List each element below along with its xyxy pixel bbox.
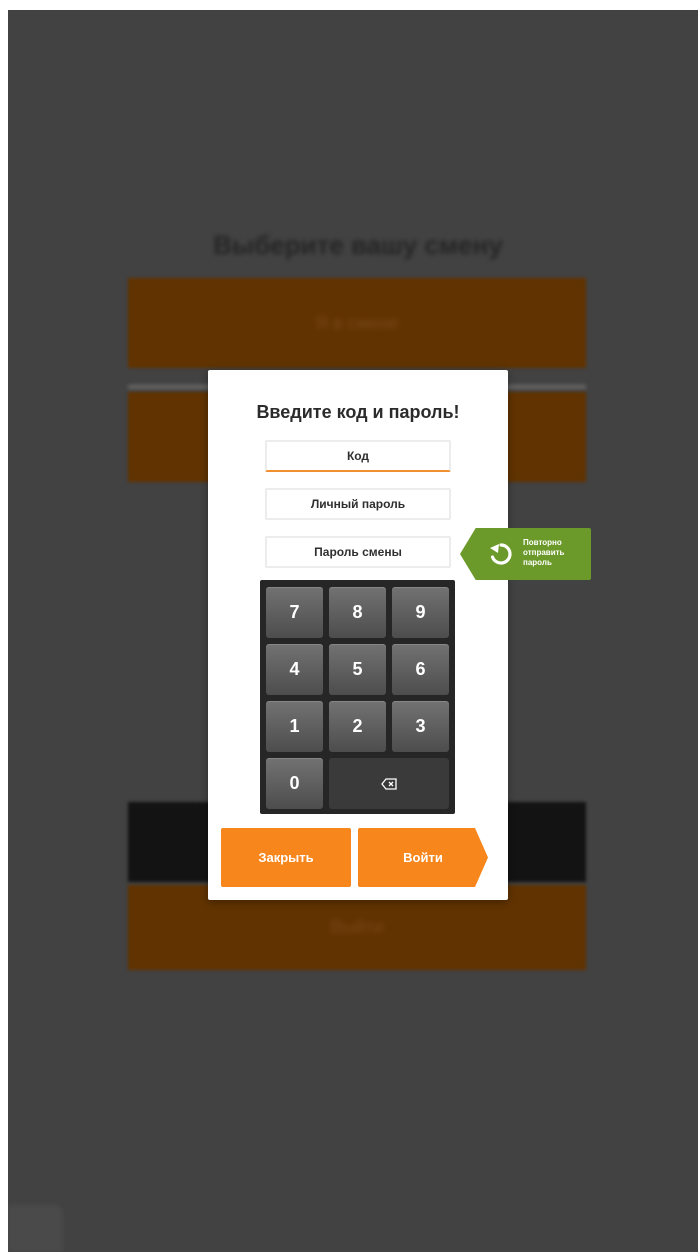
resend-line-1: Повторно <box>523 538 562 547</box>
background-shift-button-label: Я в смене <box>315 313 399 333</box>
key-9[interactable]: 9 <box>392 587 449 638</box>
key-4[interactable]: 4 <box>266 644 323 695</box>
background-shift-button: Я в смене <box>128 278 586 368</box>
resend-password-label: Повторно отправить пароль <box>523 538 589 568</box>
key-8[interactable]: 8 <box>329 587 386 638</box>
backspace-icon <box>381 778 397 790</box>
resend-line-2: отправить <box>523 548 565 557</box>
refresh-icon <box>490 543 512 565</box>
close-button[interactable]: Закрыть <box>221 828 351 887</box>
key-1[interactable]: 1 <box>266 701 323 752</box>
key-6[interactable]: 6 <box>392 644 449 695</box>
login-button[interactable]: Войти <box>358 828 488 887</box>
background-corner-tab <box>8 1205 63 1252</box>
key-2[interactable]: 2 <box>329 701 386 752</box>
key-7[interactable]: 7 <box>266 587 323 638</box>
key-5[interactable]: 5 <box>329 644 386 695</box>
dialog-title: Введите код и пароль! <box>256 402 460 422</box>
numeric-keypad: 7 8 9 4 5 6 1 2 3 0 <box>260 580 455 814</box>
resend-line-3: пароль <box>523 558 552 567</box>
personal-password-field[interactable]: Личный пароль <box>265 488 451 520</box>
screen: Выберите вашу смену Я в смене Выйти Введ… <box>8 10 698 1252</box>
shift-password-field[interactable]: Пароль смены <box>265 536 451 568</box>
login-dialog: Введите код и пароль! Код Личный пароль … <box>208 370 508 900</box>
backspace-key[interactable] <box>329 758 449 809</box>
key-0[interactable]: 0 <box>266 758 323 809</box>
code-field[interactable]: Код <box>265 440 451 472</box>
key-3[interactable]: 3 <box>392 701 449 752</box>
resend-password-button[interactable]: Повторно отправить пароль <box>460 528 591 580</box>
background-title: Выберите вашу смену <box>213 230 503 260</box>
